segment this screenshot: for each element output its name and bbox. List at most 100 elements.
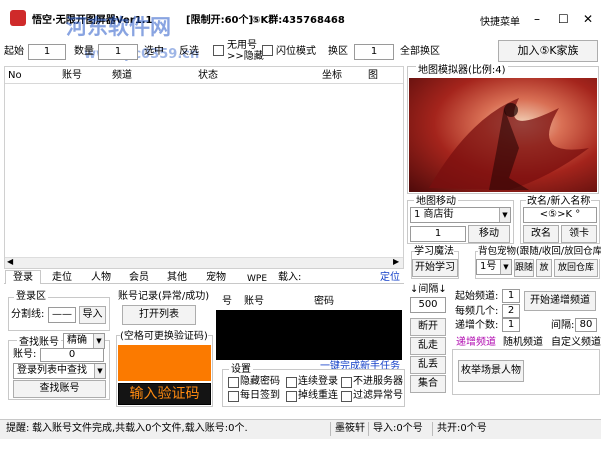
warrior-artwork-icon: [429, 98, 589, 190]
tab-wpe[interactable]: WPE: [247, 272, 267, 286]
tab-character[interactable]: 人物: [91, 271, 111, 285]
enter-captcha-button[interactable]: 输入验证码: [118, 383, 211, 405]
import-button[interactable]: 导入: [79, 306, 106, 324]
pet-select[interactable]: 1号 ▼: [476, 259, 512, 275]
col-map[interactable]: 图: [368, 69, 378, 83]
chevron-down-icon: ▼: [94, 364, 105, 378]
switch-area-input[interactable]: 1: [354, 44, 394, 60]
continuous-login-checkbox[interactable]: [286, 377, 297, 388]
open-list-button[interactable]: 打开列表: [122, 305, 196, 325]
login-area-title: 登录区: [14, 290, 48, 304]
grid-col-no: 号: [222, 296, 232, 307]
select-label[interactable]: 选中: [144, 45, 164, 59]
shortcut-menu[interactable]: 快捷菜单: [480, 16, 520, 30]
interval-channel-input[interactable]: 80: [575, 318, 597, 332]
move-button[interactable]: 移动: [468, 225, 510, 243]
scroll-left-icon[interactable]: ◀: [7, 256, 13, 268]
map-simulator-title: 地图模拟器(比例:4): [416, 64, 508, 78]
switch-all-button[interactable]: 全部换区: [400, 45, 440, 59]
status-message: 载入账号文件完成,共载入0个文件,载入账号:0个.: [32, 423, 248, 434]
location-select[interactable]: 1 商店街 ▼: [410, 207, 511, 223]
map-preview-image: [409, 78, 597, 192]
hide-password-label: 隐藏密码: [240, 376, 280, 387]
table-hscrollbar[interactable]: [5, 257, 403, 268]
find-in-list-select[interactable]: 登录列表中查找 ▼: [13, 363, 106, 379]
record-title: 账号记录(异常/成功): [118, 291, 210, 302]
status-total: 共开:0个号: [432, 422, 487, 436]
col-status[interactable]: 状态: [198, 69, 218, 83]
filter-abnormal-checkbox[interactable]: [341, 391, 352, 402]
locate-link[interactable]: 定位: [380, 271, 400, 285]
tab-walk[interactable]: 走位: [52, 271, 72, 285]
unlimited-checkbox[interactable]: [213, 45, 224, 56]
account-table[interactable]: [4, 66, 404, 269]
switch-area-label: 换区: [328, 46, 348, 57]
interval-input[interactable]: 500: [410, 297, 446, 313]
tab-member[interactable]: 会员: [129, 271, 149, 285]
account-label: 账号:: [13, 349, 37, 360]
flash-mode-checkbox[interactable]: [262, 45, 273, 56]
find-mode-select[interactable]: 精确 ▼: [63, 333, 105, 349]
tab-login[interactable]: 登录: [13, 271, 33, 285]
close-button[interactable]: ✕: [583, 12, 593, 26]
start-increment-button[interactable]: 开始递增频道: [524, 291, 596, 311]
grid-col-password: 密码: [314, 296, 334, 307]
hide-password-checkbox[interactable]: [228, 377, 239, 388]
reconnect-checkbox[interactable]: [286, 391, 297, 402]
daily-signin-label: 每日签到: [240, 390, 280, 401]
col-no[interactable]: No: [8, 69, 22, 83]
tab-other[interactable]: 其他: [167, 271, 187, 285]
join-family-button[interactable]: 加入⑤K家族: [498, 40, 598, 62]
follow-button[interactable]: 跟随: [514, 259, 534, 277]
rename-input[interactable]: <⑤>K °: [523, 207, 597, 223]
col-account[interactable]: 账号: [62, 69, 82, 83]
status-author: 墨筱轩: [330, 422, 365, 436]
disconnect-button[interactable]: 断开: [410, 318, 446, 336]
start-label: 起始: [4, 46, 24, 57]
no-server-checkbox[interactable]: [341, 377, 352, 388]
flash-mode-label: 闪位模式: [276, 46, 316, 57]
step-channel-input[interactable]: 1: [502, 318, 520, 332]
count-input[interactable]: 1: [98, 44, 138, 60]
split-label: 分割线:: [11, 309, 45, 320]
count-label: 数量: [74, 46, 94, 57]
each-channel-label: 每频几个:: [455, 306, 499, 317]
grid-col-account: 账号: [244, 296, 264, 307]
split-input[interactable]: ——: [48, 307, 76, 323]
tab-increment-channel[interactable]: 递增频道: [456, 336, 496, 350]
receive-card-button[interactable]: 领卡: [561, 225, 597, 243]
map-move-input[interactable]: 1: [410, 226, 466, 242]
col-coord[interactable]: 坐标: [322, 69, 342, 83]
reconnect-label: 掉线重连: [298, 390, 338, 401]
account-grid[interactable]: [216, 310, 402, 360]
tab-custom-channel[interactable]: 自定义频道: [551, 336, 601, 350]
start-channel-input[interactable]: 1: [502, 289, 520, 303]
chevron-down-icon: ▼: [93, 334, 104, 348]
col-channel[interactable]: 频道: [112, 69, 132, 83]
watermark-site: 河东软件网: [66, 15, 171, 39]
continuous-login-label: 连续登录: [298, 376, 338, 387]
rename-button[interactable]: 改名: [523, 225, 559, 243]
chevron-down-icon: ▼: [499, 208, 510, 222]
tab-random-channel[interactable]: 随机频道: [503, 336, 543, 350]
find-account-button[interactable]: 查找账号: [13, 380, 106, 398]
daily-signin-checkbox[interactable]: [228, 391, 239, 402]
random-walk-button[interactable]: 乱走: [410, 337, 446, 355]
maximize-button[interactable]: ☐: [558, 12, 569, 26]
start-input[interactable]: 1: [28, 44, 66, 60]
release-button[interactable]: 放: [536, 259, 552, 277]
tab-pet[interactable]: 宠物: [206, 271, 226, 285]
account-input[interactable]: 0: [40, 348, 104, 362]
each-channel-input[interactable]: 2: [502, 304, 520, 318]
start-channel-label: 起始频道:: [455, 291, 499, 302]
captcha-image: [118, 345, 211, 381]
enumerate-scene-button[interactable]: 枚举场景人物: [458, 360, 524, 382]
random-drop-button[interactable]: 乱丢: [410, 356, 446, 374]
minimize-button[interactable]: –: [534, 12, 540, 26]
start-learn-button[interactable]: 开始学习: [412, 259, 458, 277]
gather-button[interactable]: 集合: [410, 375, 446, 393]
invert-label[interactable]: 反选: [179, 45, 199, 59]
load-label: 载入:: [278, 272, 302, 283]
return-warehouse-button[interactable]: 放回仓库: [554, 259, 598, 277]
scroll-right-icon[interactable]: ▶: [393, 256, 399, 268]
